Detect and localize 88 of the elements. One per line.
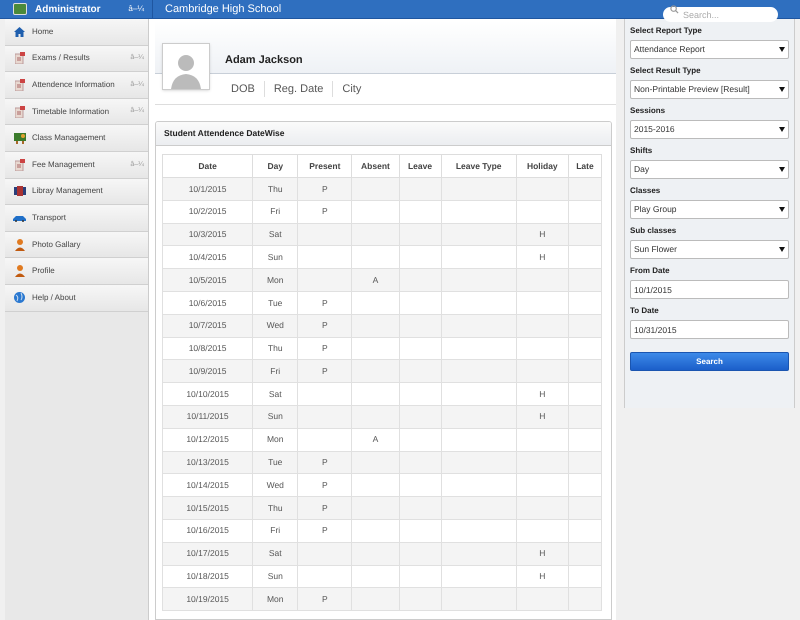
table-cell: P [298,496,352,520]
table-cell: 10/6/2015 [162,291,253,314]
field-label: To Date [630,305,660,317]
home-icon [13,26,26,37]
person-icon [13,238,26,251]
table-cell: A [352,268,399,292]
table-cell: 10/16/2015 [162,519,253,542]
table-cell: 10/15/2015 [162,496,253,520]
card-title: Student Attendence DateWise [156,122,611,146]
table-cell: Thu [252,178,298,200]
dropdown-arrow-icon [779,47,785,52]
search-field[interactable]: Search... [663,7,778,22]
table-cell: Wed [252,314,298,338]
column-header[interactable]: Date [162,154,253,178]
profile-field-label: City [332,80,370,98]
field-label: Sub classes [630,225,678,237]
field-label: From Date [630,265,671,277]
date-input-field[interactable]: 10/1/2015 [630,280,789,299]
caret-icon[interactable]: â–¼ [128,3,144,15]
table-cell: H [516,542,568,566]
table-cell: Mon [252,588,298,611]
dropdown[interactable]: 2015-2016 [630,120,789,139]
date-input-field[interactable]: 10/31/2015 [630,320,789,339]
dropdown-arrow-icon [779,207,785,212]
table-cell: Mon [252,428,298,452]
table-cell: Sat [252,542,298,566]
user-name[interactable]: Administrator [35,2,101,16]
sidebar-item[interactable]: Class Managaement [5,125,148,152]
table-cell: P [298,291,352,314]
dropdown-arrow-icon [779,127,785,132]
table-cell: P [298,200,352,224]
table-cell: 10/17/2015 [162,542,253,566]
table-cell: 10/11/2015 [162,405,253,428]
document-icon [13,158,26,171]
table-cell: 10/19/2015 [162,588,253,611]
table-cell: Tue [252,291,298,314]
table-cell: P [298,519,352,542]
sidebar-item[interactable]: Transport [5,205,148,232]
person-icon [13,265,26,278]
student-name: Adam Jackson [225,53,303,68]
sidebar-item[interactable]: Profile [5,258,148,285]
search-button[interactable]: Search [630,352,789,371]
table-cell: 10/1/2015 [162,178,253,200]
dropdown[interactable]: Day [630,160,789,179]
table-cell: 10/12/2015 [162,428,253,452]
table-cell: P [298,178,352,200]
table-cell: 10/5/2015 [162,268,253,292]
dropdown[interactable]: Sun Flower [630,240,789,259]
document-icon [13,52,26,64]
book-icon [13,186,26,196]
dropdown-arrow-icon [779,247,785,252]
table-cell: H [516,382,568,406]
field-label: Sessions [630,105,666,117]
table-cell: 10/10/2015 [162,382,253,406]
table-cell: 10/2/2015 [162,200,253,224]
chalkboard-icon [13,132,26,144]
table-cell: A [352,428,399,452]
field-label: Select Report Type [630,25,703,37]
school-name: Cambridge High School [165,2,282,17]
table-cell: Thu [252,496,298,520]
table-cell: Mon [252,268,298,292]
table-cell: P [298,588,352,611]
logo-icon [13,3,27,15]
profile-field-label: DOB [231,82,256,97]
field-label: Shifts [630,145,654,157]
dropdown[interactable]: Non-Printable Preview [Result] [630,80,789,99]
table-cell: Fri [252,200,298,224]
dropdown-arrow-icon [779,87,785,92]
table-cell: P [298,314,352,338]
field-label: Classes [630,185,662,197]
sidebar-item[interactable]: Help / About [5,284,148,312]
globe-icon [13,292,26,304]
sidebar-item[interactable]: Home [5,19,148,46]
table-cell: Sat [252,382,298,406]
field-label: Select Result Type [630,65,702,77]
dropdown[interactable]: Play Group [630,200,789,219]
profile-field-label: Reg. Date [264,80,332,98]
table-cell: Fri [252,519,298,542]
sidebar-item[interactable]: Photo Gallary [5,232,148,258]
dropdown-arrow-icon [779,167,785,172]
sidebar-item[interactable]: Libray Management [5,178,148,206]
table-cell: H [516,405,568,428]
document-icon [13,106,26,118]
table-cell: 10/7/2015 [162,314,253,338]
table-cell: Sun [252,405,298,428]
car-icon [13,214,26,222]
document-icon [13,78,26,91]
dropdown[interactable]: Attendance Report [630,40,789,59]
